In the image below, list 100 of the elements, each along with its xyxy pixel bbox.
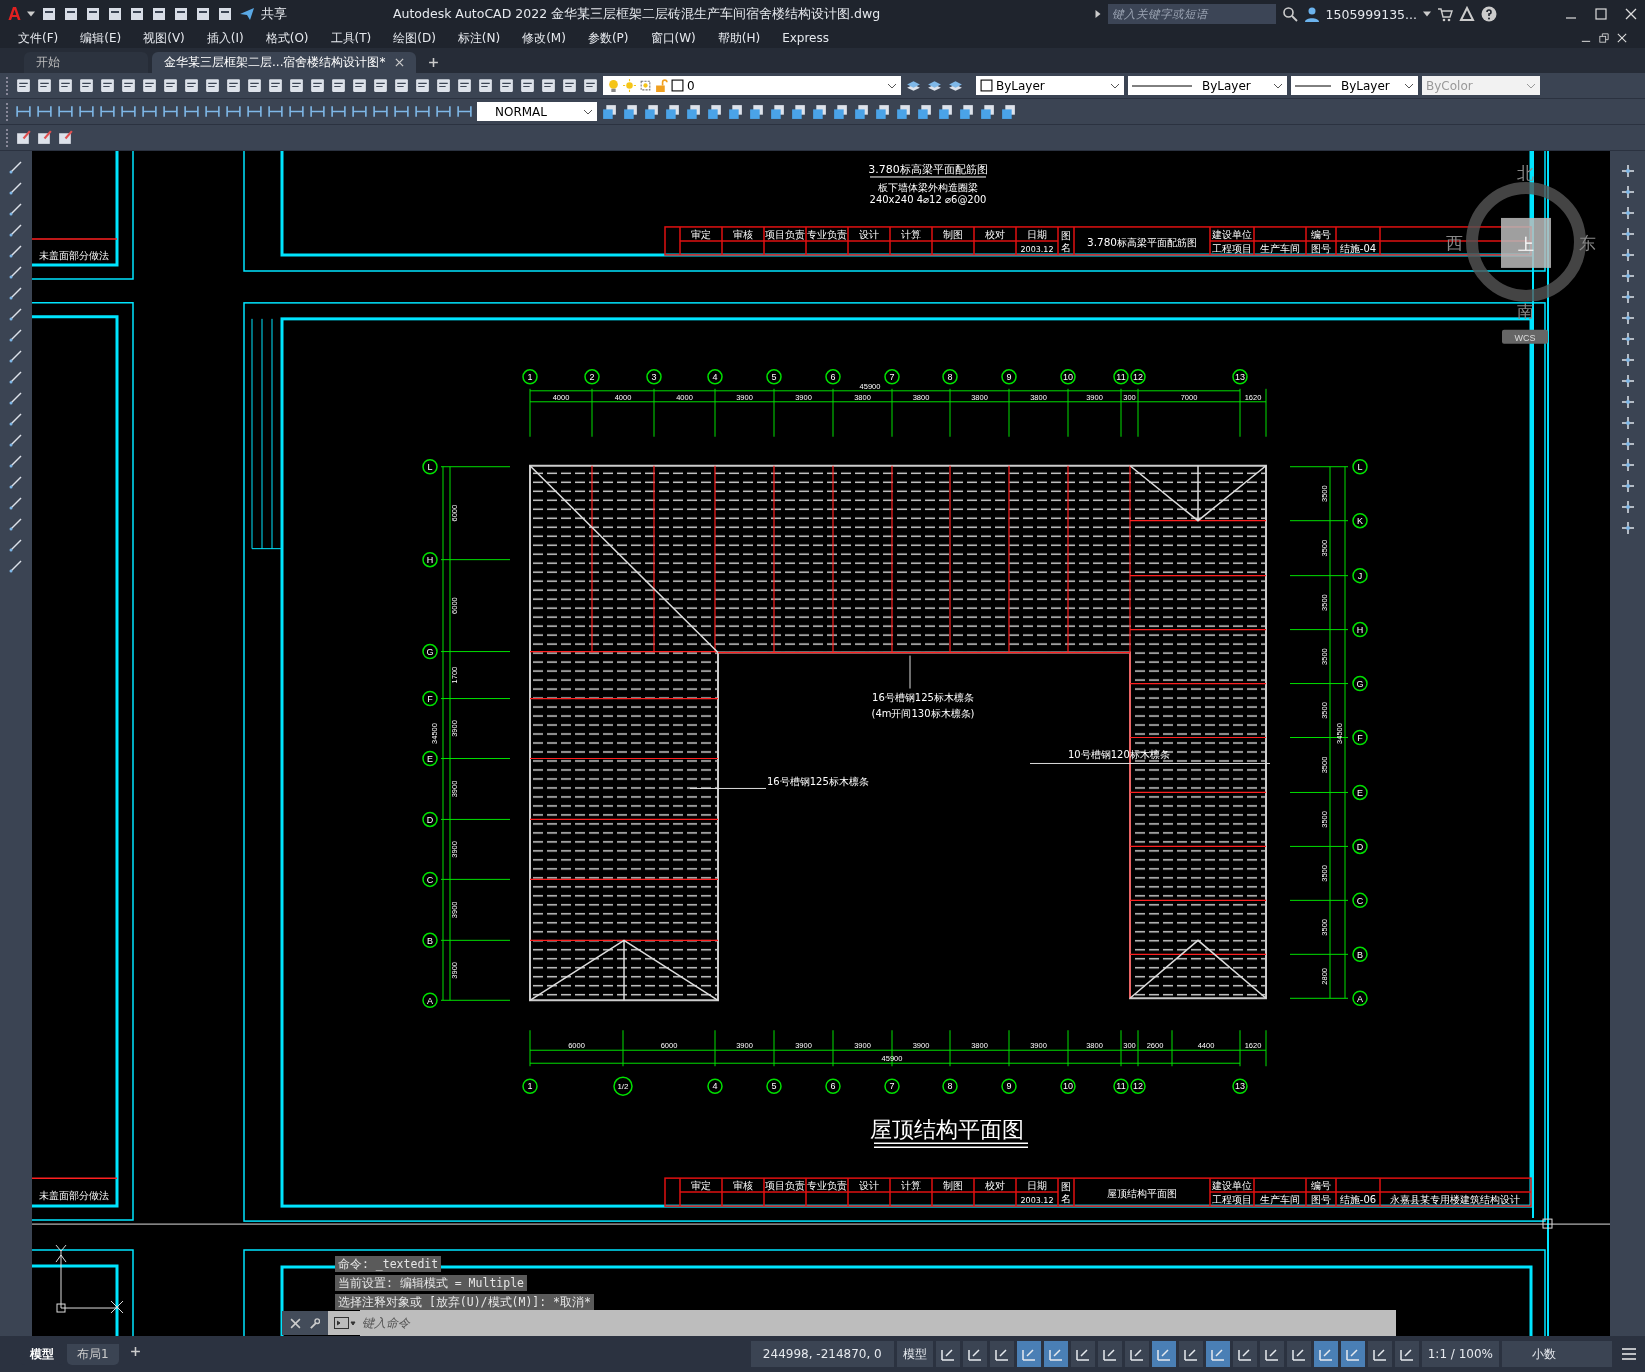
close-icon[interactable] [290, 1317, 301, 1329]
tool-icon[interactable] [36, 129, 53, 146]
status-toggle[interactable] [962, 1341, 987, 1367]
tool-icon[interactable] [309, 77, 326, 94]
send-icon[interactable] [239, 6, 255, 22]
tool-icon[interactable] [1619, 226, 1636, 242]
tool-icon[interactable] [1619, 310, 1636, 326]
status-toggle[interactable] [1367, 1341, 1392, 1367]
add-layout-icon[interactable] [129, 1346, 141, 1357]
tool-icon[interactable] [811, 103, 828, 120]
tool-icon[interactable] [979, 103, 996, 120]
status-toggle[interactable] [1151, 1341, 1176, 1367]
status-toggle[interactable] [989, 1341, 1014, 1367]
tool-icon[interactable] [225, 77, 242, 94]
help-icon[interactable] [1481, 6, 1497, 22]
status-toggle[interactable] [1097, 1341, 1122, 1367]
tool-icon[interactable] [561, 77, 578, 94]
ucs-menu-button[interactable] [1502, 329, 1548, 344]
tool-icon[interactable] [8, 474, 24, 490]
cart-icon[interactable] [1437, 6, 1453, 22]
tool-icon[interactable] [8, 348, 24, 364]
tool-icon[interactable] [393, 77, 410, 94]
tool-icon[interactable] [937, 103, 954, 120]
status-toggle[interactable] [1178, 1341, 1203, 1367]
tool-icon[interactable] [498, 77, 515, 94]
tool-icon[interactable] [8, 243, 24, 259]
tool-icon[interactable] [8, 516, 24, 532]
tool-icon[interactable] [1619, 520, 1636, 536]
menu-item[interactable]: 工具(T) [330, 29, 372, 47]
tool-icon[interactable] [8, 537, 24, 553]
tool-icon[interactable] [1619, 352, 1636, 368]
tool-icon[interactable] [1619, 163, 1636, 179]
tool-icon[interactable] [8, 264, 24, 280]
expand-arrow-icon[interactable] [1093, 10, 1102, 18]
tool-icon[interactable] [85, 6, 101, 22]
menu-item[interactable]: 参数(P) [587, 29, 629, 47]
tool-icon[interactable] [8, 201, 24, 217]
menu-item[interactable]: 窗口(W) [650, 29, 696, 47]
menu-item[interactable]: 文件(F) [18, 29, 59, 47]
file-tab[interactable]: 金华某三层框架二层...宿舍楼结构设计图* [152, 52, 417, 73]
menu-item[interactable]: Express [782, 31, 829, 45]
tool-icon[interactable] [414, 77, 431, 94]
menu-item[interactable]: 编辑(E) [80, 29, 122, 47]
tool-icon[interactable] [519, 77, 536, 94]
menu-icon[interactable] [1621, 1346, 1637, 1362]
tool-icon[interactable] [664, 103, 681, 120]
tool-icon[interactable] [832, 103, 849, 120]
tool-icon[interactable] [685, 103, 702, 120]
tool-icon[interactable] [57, 77, 74, 94]
tool-icon[interactable] [41, 6, 57, 22]
status-toggle[interactable] [1232, 1341, 1257, 1367]
restore-icon[interactable] [1599, 33, 1609, 43]
color-dropdown[interactable]: ByLayer [976, 76, 1124, 95]
tool-icon[interactable] [1619, 373, 1636, 389]
frame-icon[interactable] [639, 79, 652, 92]
tool-icon[interactable] [63, 6, 79, 22]
tool-icon[interactable] [769, 103, 786, 120]
ucs-label[interactable]: WCS [1514, 332, 1536, 343]
model-space-button[interactable]: 模型 [896, 1341, 933, 1367]
tool-icon[interactable] [8, 285, 24, 301]
tool-icon[interactable] [15, 77, 32, 94]
tool-icon[interactable] [706, 103, 723, 120]
layer-dropdown[interactable]: 0 [603, 76, 901, 95]
tool-icon[interactable] [8, 159, 24, 175]
caret-icon[interactable] [27, 10, 35, 18]
tool-icon[interactable] [57, 129, 74, 146]
tool-icon[interactable] [1619, 457, 1636, 473]
tool-icon[interactable] [582, 77, 599, 94]
tool-icon[interactable] [195, 6, 211, 22]
tool-icon[interactable] [1619, 499, 1636, 515]
tool-icon[interactable] [107, 6, 123, 22]
menu-item[interactable]: 插入(I) [206, 29, 244, 47]
tool-icon[interactable] [246, 77, 263, 94]
tool-icon[interactable] [456, 77, 473, 94]
status-toggle[interactable] [935, 1341, 960, 1367]
tool-icon[interactable] [173, 6, 189, 22]
units-dropdown[interactable]: 小数 [1502, 1341, 1612, 1367]
close-icon[interactable] [395, 58, 405, 67]
tool-icon[interactable] [162, 77, 179, 94]
tool-icon[interactable] [8, 369, 24, 385]
tool-icon[interactable] [1619, 331, 1636, 347]
menu-item[interactable]: 绘图(D) [393, 29, 436, 47]
tool-icon[interactable] [477, 77, 494, 94]
tool-icon[interactable] [129, 6, 145, 22]
tool-icon[interactable] [435, 77, 452, 94]
tool-icon[interactable] [643, 103, 660, 120]
wrench-icon[interactable] [309, 1317, 320, 1329]
tool-icon[interactable] [1619, 205, 1636, 221]
tool-icon[interactable] [1619, 415, 1636, 431]
close-icon[interactable] [1625, 8, 1637, 20]
tool-icon[interactable] [1619, 436, 1636, 452]
tool-icon[interactable] [8, 306, 24, 322]
menu-item[interactable]: 视图(V) [143, 29, 185, 47]
tool-icon[interactable] [8, 327, 24, 343]
tool-icon[interactable] [601, 103, 618, 120]
layout-tab[interactable]: 布局1 [67, 1343, 119, 1365]
search-field[interactable]: 键入关键字或短语 [1107, 4, 1276, 24]
tool-icon[interactable] [790, 103, 807, 120]
tool-icon[interactable] [8, 222, 24, 238]
menu-item[interactable]: 修改(M) [522, 29, 566, 47]
